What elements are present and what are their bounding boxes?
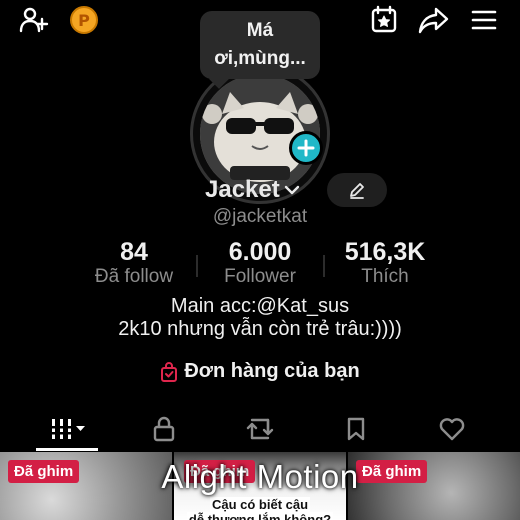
coin-icon[interactable]: P [68,4,100,36]
stat-likes-value: 516,3K [344,238,426,266]
share-arrow-icon[interactable] [418,4,450,36]
caption-line-1: Cậu có biết cậu [209,497,311,512]
tab-reposts[interactable] [208,406,312,452]
repost-icon [246,418,274,440]
profile-bio: Main acc:@Kat_sus 2k10 nhưng vẫn còn trẻ… [0,295,520,341]
active-tab-indicator [36,448,98,451]
profile-handle: @jacketkat [212,206,308,227]
plus-icon [297,139,315,157]
stat-following-value: 84 [120,238,148,266]
bio-line-2: 2k10 nhưng vẫn còn trẻ trâu:)))) [118,318,402,340]
profile-name-row[interactable]: Jacket [205,172,301,208]
chevron-down-icon [284,185,299,195]
pencil-icon [350,183,364,199]
edit-profile-button[interactable] [327,173,387,207]
tab-saved[interactable] [304,406,408,452]
stat-followers[interactable]: 6.000 Follower [195,238,325,288]
stat-likes-label: Thích [361,266,409,287]
tab-videos[interactable] [16,406,120,452]
tab-liked[interactable] [400,406,504,452]
video-caption: Cậu có biết cậu dễ thương lắm không? [174,497,346,520]
profile-tabs [0,406,520,452]
stat-followers-label: Follower [224,266,296,287]
caption-line-2: dễ thương lắm không? [186,512,334,520]
note-line-2: ơi,mùng... [214,48,306,69]
person-add-icon[interactable] [18,4,50,36]
note-bubble[interactable]: Má ơi,mùng... [200,11,320,79]
stat-following[interactable]: 84 Đã follow [69,238,199,288]
tab-private[interactable] [112,406,216,452]
stat-following-label: Đã follow [94,266,174,287]
coin-letter: P [70,6,98,34]
hamburger-menu-icon[interactable] [468,4,500,36]
bookmark-icon [347,417,365,441]
grid-icon [52,419,85,439]
shopping-bag-icon [161,361,178,382]
stat-likes[interactable]: 516,3K Thích [320,238,450,288]
bio-line-1: Main acc:@Kat_sus [170,295,350,317]
profile-name: Jacket [205,176,280,203]
note-line-1: Má [246,20,274,41]
orders-link[interactable]: Đơn hàng của bạn [0,360,520,383]
add-story-button[interactable] [289,131,323,165]
stat-followers-value: 6.000 [228,238,292,266]
orders-label: Đơn hàng của bạn [184,360,360,382]
lock-icon [153,416,175,442]
calendar-star-icon[interactable] [368,4,400,36]
watermark-text: Alight Motion [161,458,359,495]
heart-icon [439,418,465,441]
